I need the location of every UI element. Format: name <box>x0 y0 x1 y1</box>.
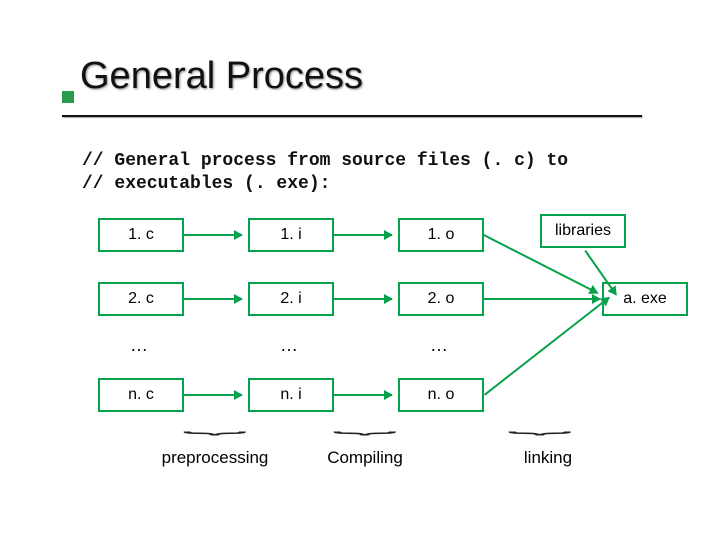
dots-o: … <box>398 335 480 356</box>
box-1-o: 1. o <box>398 218 484 252</box>
label-preprocessing: preprocessing <box>155 448 275 468</box>
arrow-i-o-1 <box>334 234 392 236</box>
box-n-c: n. c <box>98 378 184 412</box>
box-2-c: 2. c <box>98 282 184 316</box>
diagram-stage: 1. c 2. c … n. c 1. i 2. i … n. i 1. o 2… <box>0 0 720 540</box>
arrow-i-o-n <box>334 394 392 396</box>
brace-pre: ⏟ <box>183 413 248 434</box>
label-compiling: Compiling <box>315 448 415 468</box>
box-1-i: 1. i <box>248 218 334 252</box>
brace-compile: ⏟ <box>333 413 398 434</box>
brace-link: ⏟ <box>508 413 573 434</box>
box-n-i: n. i <box>248 378 334 412</box>
box-2-i: 2. i <box>248 282 334 316</box>
label-linking: linking <box>508 448 588 468</box>
arrow-c-i-n <box>184 394 242 396</box>
box-n-o: n. o <box>398 378 484 412</box>
box-1-c: 1. c <box>98 218 184 252</box>
arrow-i-o-2 <box>334 298 392 300</box>
arrow-o2-exe <box>484 298 600 300</box>
box-2-o: 2. o <box>398 282 484 316</box>
dots-c: … <box>98 335 180 356</box>
arrow-on-exe <box>484 297 610 396</box>
arrow-c-i-1 <box>184 234 242 236</box>
dots-i: … <box>248 335 330 356</box>
arrow-c-i-2 <box>184 298 242 300</box>
box-libraries: libraries <box>540 214 626 248</box>
